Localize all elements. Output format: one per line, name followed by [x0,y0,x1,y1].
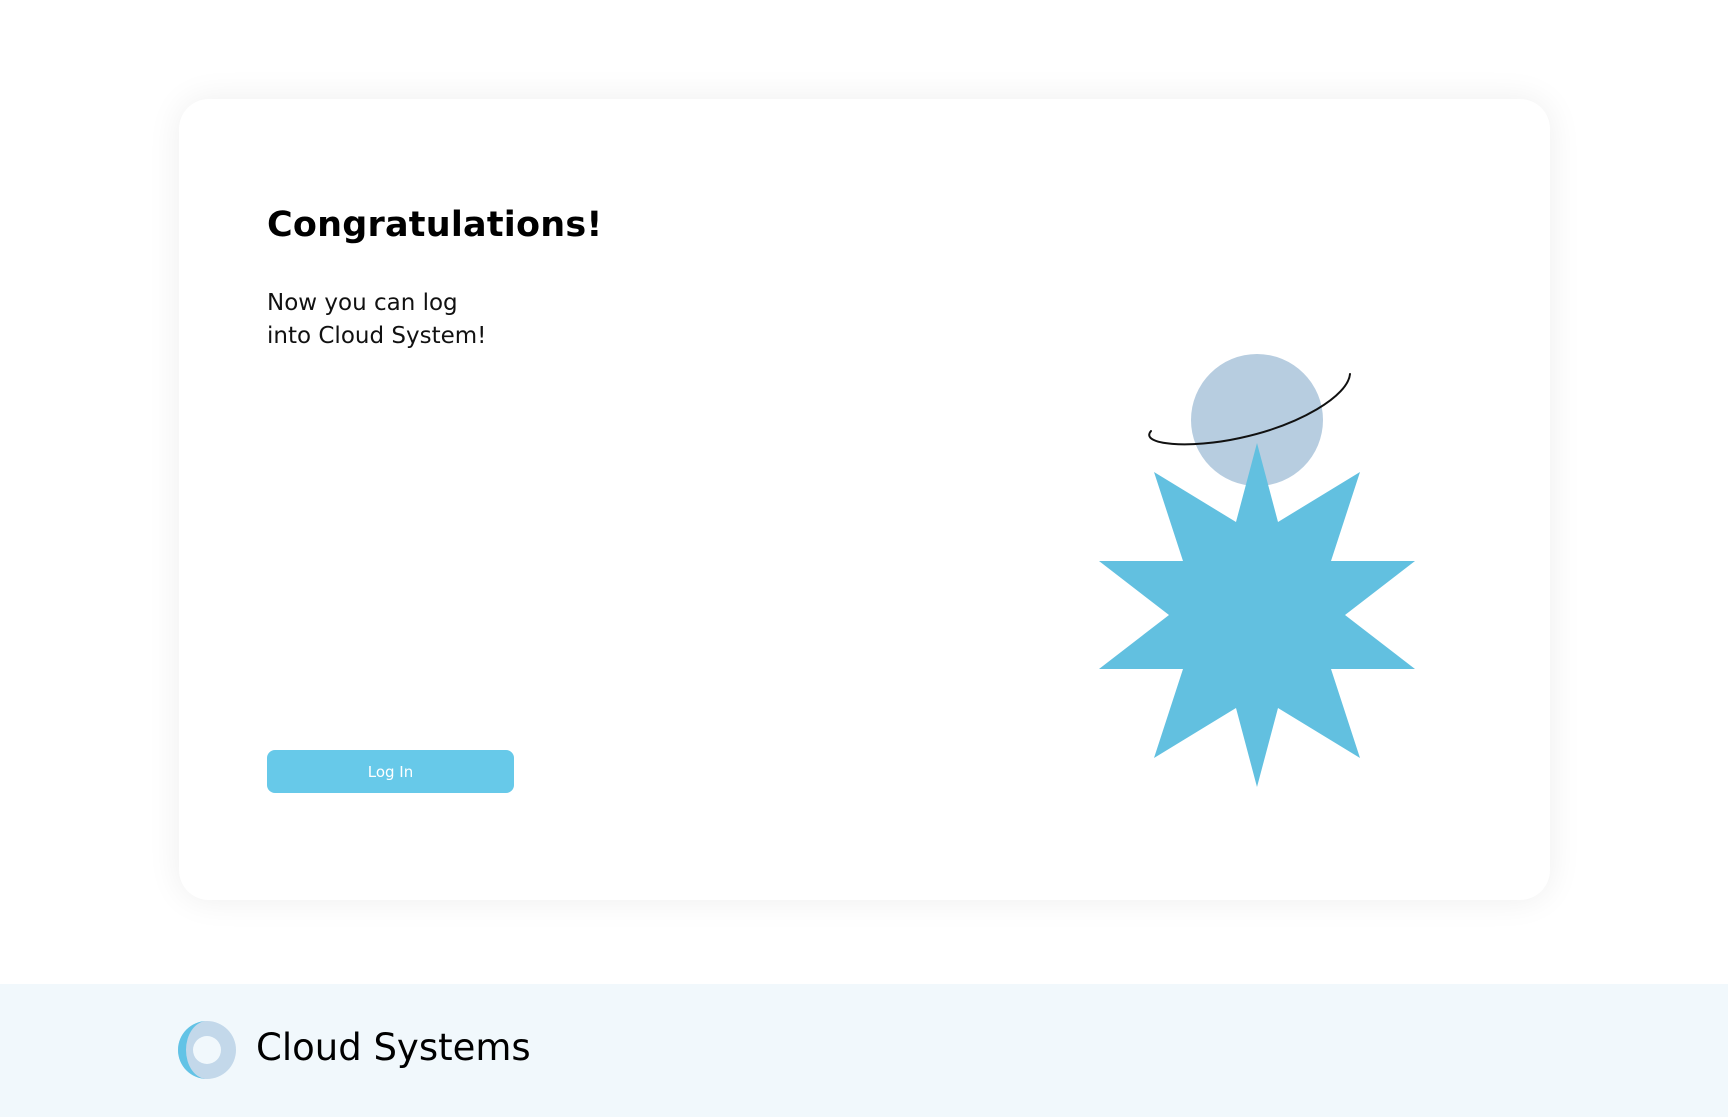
page-title: Congratulations! [267,205,603,245]
success-illustration [1099,354,1415,787]
brand-name: Cloud Systems [256,1026,531,1069]
success-card: Congratulations! Now you can log into Cl… [179,99,1550,900]
log-in-button[interactable]: Log In [267,750,514,793]
success-message-line-1: Now you can log [267,290,458,316]
success-message: Now you can log into Cloud System! [267,287,527,353]
success-message-line-2: into Cloud System! [267,323,487,349]
star-burst-icon [1099,443,1415,787]
cloud-systems-logo-icon [178,1021,236,1079]
success-page: Congratulations! Now you can log into Cl… [0,0,1728,1117]
footer: Cloud Systems [0,984,1728,1117]
